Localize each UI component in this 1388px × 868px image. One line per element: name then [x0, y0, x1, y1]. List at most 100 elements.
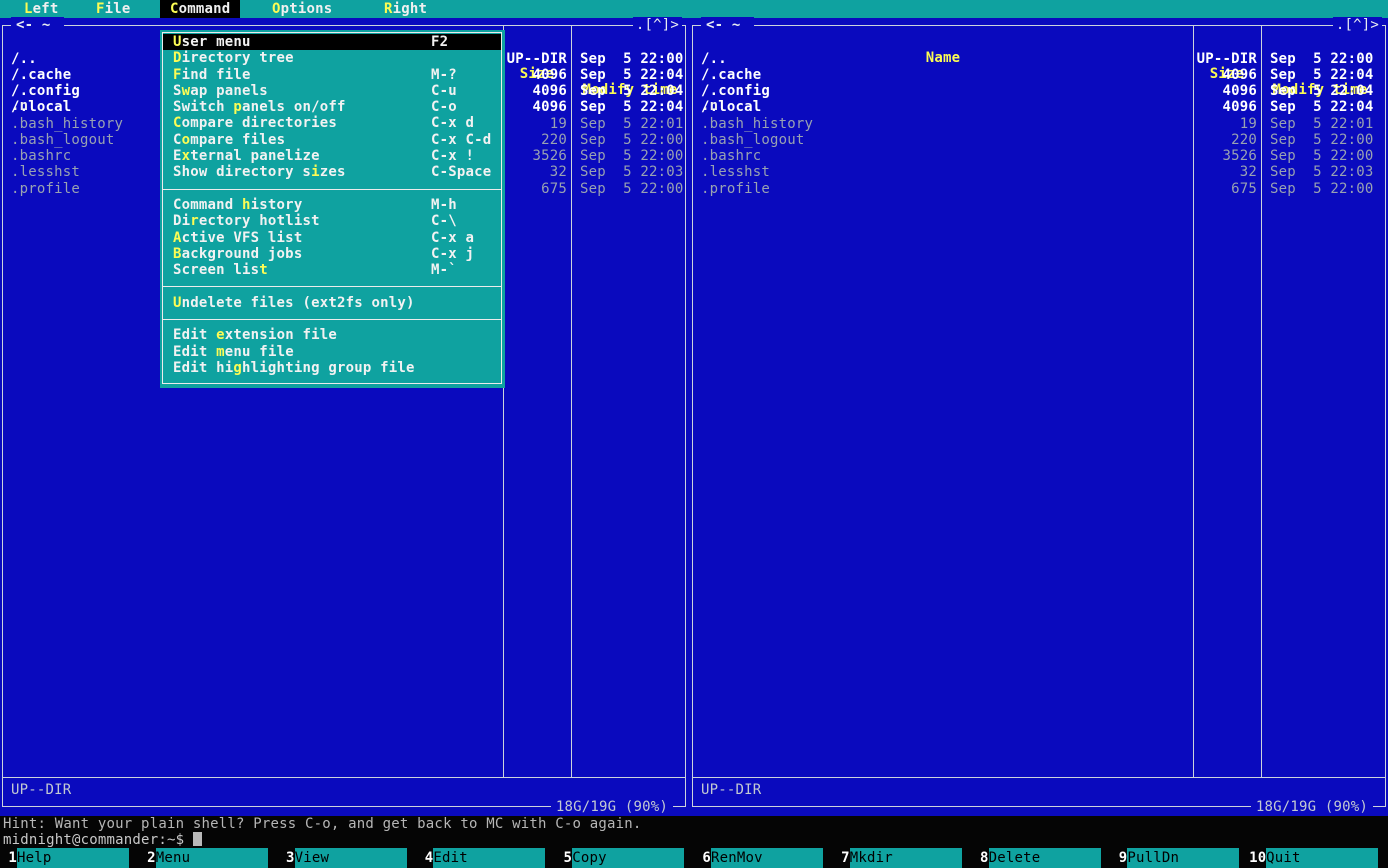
- file-size: 19: [1191, 116, 1257, 132]
- fkey-mkdir[interactable]: 7Mkdir: [833, 848, 972, 868]
- menu-item-directory-hotlist[interactable]: Directory hotlistC-\: [163, 213, 501, 229]
- menubar-item-right[interactable]: Right: [384, 0, 427, 18]
- right-panel: <- ~ .[^]> Name Size Modify time .n /..U…: [690, 18, 1388, 816]
- file-mtime: Sep 5 22:00: [1270, 132, 1374, 148]
- file-size: 4096: [1191, 99, 1257, 115]
- label-fragment: S: [173, 83, 182, 99]
- fkey-help[interactable]: 1Help: [0, 848, 139, 868]
- menu-item-compare-files[interactable]: Compare filesC-x C-d: [163, 132, 501, 148]
- menu-item-label: Switch panels on/off: [173, 99, 346, 115]
- hotkey-letter: U: [173, 295, 182, 311]
- menu-item-screen-list[interactable]: Screen listM-`: [163, 262, 501, 278]
- menubar-item-file[interactable]: File: [96, 0, 131, 18]
- fkey-label: Copy: [572, 848, 684, 868]
- menu-item-edit-highlighting-group-file[interactable]: Edit highlighting group file: [163, 360, 501, 376]
- file-size: 675: [1191, 181, 1257, 197]
- menu-item-command-history[interactable]: Command historyM-h: [163, 197, 501, 213]
- menu-item-edit-menu-file[interactable]: Edit menu file: [163, 344, 501, 360]
- right-panel-nav-buttons[interactable]: .[^]>: [1333, 17, 1382, 33]
- file-row[interactable]: .bashrc3526Sep 5 22:00: [693, 148, 1385, 164]
- fkey-pulldn[interactable]: 9PullDn: [1110, 848, 1249, 868]
- menu-separator: [163, 278, 501, 294]
- menu-item-shortcut: C-x !: [431, 148, 474, 164]
- menu-item-switch-panels[interactable]: Switch panels on/offC-o: [163, 99, 501, 115]
- menubar-item-command[interactable]: Command: [160, 0, 240, 18]
- file-name: /.config: [11, 83, 80, 99]
- file-row[interactable]: /.local4096Sep 5 22:04: [693, 99, 1385, 115]
- label-text: ight: [393, 1, 428, 17]
- shell-prompt-line[interactable]: midnight@commander:~$: [3, 832, 202, 848]
- fkey-view[interactable]: 3View: [278, 848, 417, 868]
- hotkey-letter: F: [173, 67, 182, 83]
- file-name: /.cache: [701, 67, 761, 83]
- file-row[interactable]: /.cache4096Sep 5 22:04: [693, 67, 1385, 83]
- menu-item-label: Compare files: [173, 132, 285, 148]
- file-size: 675: [501, 181, 567, 197]
- file-mtime: Sep 5 22:04: [580, 83, 684, 99]
- left-panel-nav-buttons[interactable]: .[^]>: [633, 17, 682, 33]
- fkey-delete[interactable]: 8Delete: [972, 848, 1111, 868]
- label-fragment: ind file: [182, 67, 251, 83]
- file-name: .bash_history: [11, 116, 123, 132]
- menu-item-edit-extension-file[interactable]: Edit extension file: [163, 327, 501, 343]
- command-menu-dropdown: User menuF2 Directory tree Find fileM-? …: [160, 30, 505, 388]
- label-text: eft: [33, 1, 59, 17]
- file-size: 220: [1191, 132, 1257, 148]
- file-name: /.local: [11, 99, 71, 115]
- file-row[interactable]: /.config4096Sep 5 22:04: [693, 83, 1385, 99]
- fkey-renmov[interactable]: 6RenMov: [694, 848, 833, 868]
- hotkey-letter: L: [24, 1, 33, 17]
- label-fragment: Switch: [173, 99, 233, 115]
- fkey-menu[interactable]: 2Menu: [139, 848, 278, 868]
- menu-item-label: Active VFS list: [173, 230, 302, 246]
- menu-item-compare-directories[interactable]: Compare directoriesC-x d: [163, 115, 501, 131]
- menubar-item-options[interactable]: Options: [272, 0, 332, 18]
- fkey-number: 4: [416, 848, 433, 868]
- fkey-label: View: [295, 848, 407, 868]
- file-mtime: Sep 5 22:04: [1270, 99, 1374, 115]
- file-name: .bash_logout: [11, 132, 115, 148]
- file-mtime: Sep 5 22:00: [580, 51, 684, 67]
- function-keybar: 1Help 2Menu 3View 4Edit 5Copy 6RenMov 7M…: [0, 848, 1388, 868]
- menu-item-directory-tree[interactable]: Directory tree: [163, 50, 501, 66]
- menu-item-background-jobs[interactable]: Background jobsC-x j: [163, 246, 501, 262]
- menu-item-undelete-files[interactable]: Undelete files (ext2fs only): [163, 295, 501, 311]
- label-fragment: ompare directories: [182, 115, 337, 131]
- fkey-quit[interactable]: 10Quit: [1249, 848, 1388, 868]
- fkey-number: 1: [0, 848, 17, 868]
- menu-item-active-vfs-list[interactable]: Active VFS listC-x a: [163, 230, 501, 246]
- fkey-copy[interactable]: 5Copy: [555, 848, 694, 868]
- menu-item-find-file[interactable]: Find fileM-?: [163, 67, 501, 83]
- label-text: ile: [105, 1, 131, 17]
- label-fragment: ndelete files (ext2fs only): [182, 295, 415, 311]
- menu-item-label: External panelize: [173, 148, 320, 164]
- menu-item-external-panelize[interactable]: External panelize C-x !: [163, 148, 501, 164]
- fkey-label: Menu: [156, 848, 268, 868]
- file-name: .lesshst: [11, 164, 80, 180]
- fkey-label: PullDn: [1127, 848, 1239, 868]
- menubar-item-left[interactable]: Left: [24, 0, 59, 18]
- hotkey-letter: R: [384, 1, 393, 17]
- menu-item-user-menu[interactable]: User menuF2: [163, 34, 501, 50]
- menu-item-label: Compare directories: [173, 115, 337, 131]
- hotkey-letter: w: [182, 83, 191, 99]
- label-fragment: Edit: [173, 344, 216, 360]
- file-row[interactable]: /..UP--DIRSep 5 22:00: [693, 51, 1385, 67]
- hotkey-letter: h: [242, 197, 251, 213]
- file-row[interactable]: .bash_history19Sep 5 22:01: [693, 116, 1385, 132]
- file-row[interactable]: .bash_logout220Sep 5 22:00: [693, 132, 1385, 148]
- file-name: .profile: [701, 181, 770, 197]
- fkey-label: Mkdir: [850, 848, 962, 868]
- file-row[interactable]: .lesshst32Sep 5 22:03: [693, 164, 1385, 180]
- menu-item-show-directory-sizes[interactable]: Show directory sizesC-Space: [163, 164, 501, 180]
- file-size: 3526: [501, 148, 567, 164]
- file-row[interactable]: .profile675Sep 5 22:00: [693, 181, 1385, 197]
- menu-item-swap-panels[interactable]: Swap panelsC-u: [163, 83, 501, 99]
- fkey-number: 5: [555, 848, 572, 868]
- label-fragment: Edit: [173, 327, 216, 343]
- file-size: 4096: [501, 99, 567, 115]
- fkey-edit[interactable]: 4Edit: [416, 848, 555, 868]
- file-size: 4096: [501, 67, 567, 83]
- menu-item-label: Background jobs: [173, 246, 302, 262]
- fkey-number: 8: [972, 848, 989, 868]
